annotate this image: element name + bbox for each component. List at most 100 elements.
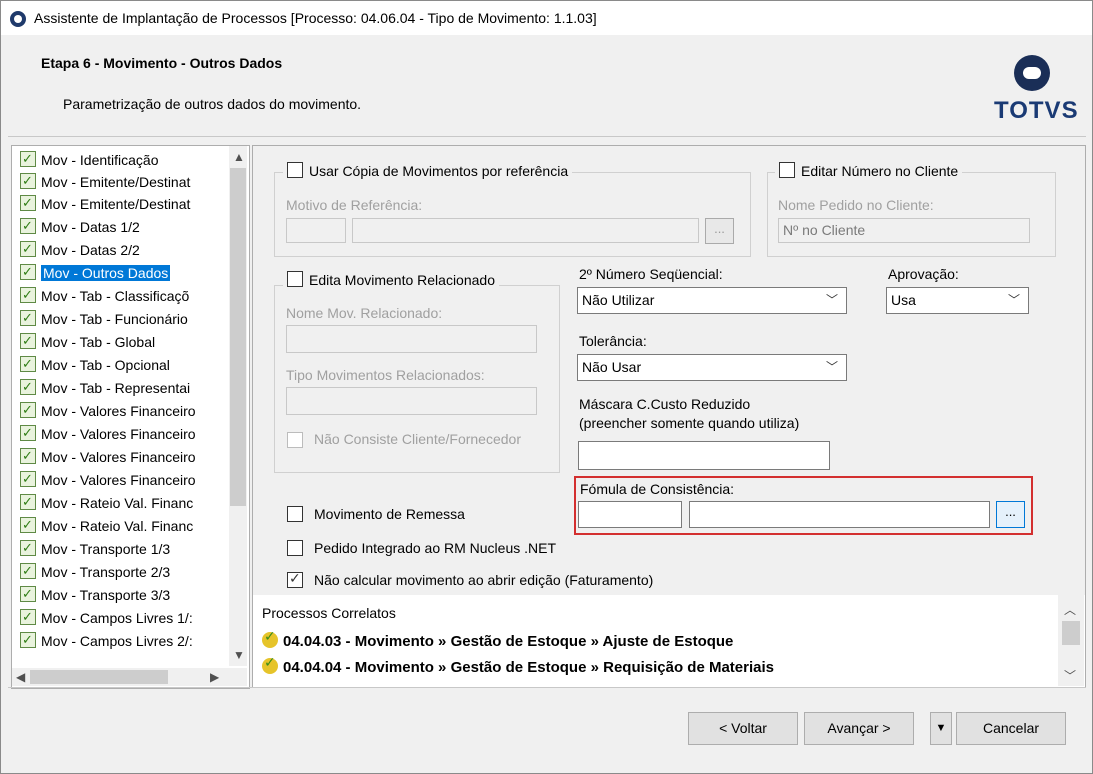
correlated-item[interactable]: 04.04.04 - Movimento » Gestão de Estoque…: [262, 654, 774, 676]
seq-number-select[interactable]: Não Utilizar ﹀: [577, 287, 847, 314]
not-consist-checkbox[interactable]: [287, 432, 303, 448]
check-icon: [20, 491, 36, 513]
step-item-selected[interactable]: Mov - Outros Dados: [20, 261, 171, 284]
seq-number-value: Não Utilizar: [582, 292, 655, 308]
scroll-right-icon[interactable]: ▶: [210, 670, 219, 684]
mask-hint-label: (preencher somente quando utiliza): [579, 415, 800, 431]
scroll-down-icon[interactable]: ﹀: [1064, 667, 1076, 684]
scroll-up-icon[interactable]: ︿: [1064, 601, 1076, 618]
check-icon: [20, 376, 36, 398]
step-item[interactable]: Mov - Transporte 1/3: [20, 537, 170, 560]
step-title: Etapa 6 - Movimento - Outros Dados: [41, 55, 283, 71]
step-item[interactable]: Mov - Rateio Val. Financ: [20, 514, 193, 537]
mask-label: Máscara C.Custo Reduzido: [579, 396, 751, 412]
check-icon: [20, 422, 36, 444]
check-icon: [20, 606, 36, 628]
check-icon: [20, 560, 36, 582]
tolerance-select[interactable]: Não Usar ﹀: [577, 354, 847, 381]
steps-vertical-scroll-thumb[interactable]: [230, 168, 246, 506]
options-menu-button[interactable]: ▼: [930, 712, 952, 745]
step-item[interactable]: Mov - Tab - Classificaçõ: [20, 284, 189, 307]
no-calc-label: Não calcular movimento ao abrir edição (…: [314, 572, 654, 588]
ref-motive-label: Motivo de Referência:: [286, 197, 423, 213]
step-item[interactable]: Mov - Valores Financeiro: [20, 399, 196, 422]
copy-ref-title: Usar Cópia de Movimentos por referência: [283, 162, 573, 179]
step-item[interactable]: Mov - Transporte 3/3: [20, 583, 170, 606]
step-item[interactable]: Mov - Emitente/Destinat: [20, 170, 190, 193]
step-item[interactable]: Mov - Tab - Funcionário: [20, 307, 188, 330]
step-item[interactable]: Mov - Tab - Global: [20, 330, 155, 353]
correlated-scroll-thumb[interactable]: [1062, 621, 1080, 645]
step-item[interactable]: Mov - Tab - Opcional: [20, 353, 170, 376]
no-calc-checkbox[interactable]: [287, 570, 303, 588]
copy-ref-checkbox[interactable]: [287, 162, 303, 178]
client-order-name-field[interactable]: Nº no Cliente: [778, 218, 1030, 243]
step-item[interactable]: Mov - Valores Financeiro: [20, 422, 196, 445]
scroll-up-icon[interactable]: ▲: [233, 150, 245, 164]
approval-select[interactable]: Usa ﹀: [886, 287, 1029, 314]
step-item[interactable]: Mov - Tab - Representai: [20, 376, 190, 399]
totvs-logo: TOTVS: [994, 55, 1078, 135]
correlated-item[interactable]: 04.04.03 - Movimento » Gestão de Estoque…: [262, 628, 733, 650]
process-icon: [262, 654, 278, 674]
ref-motive-lookup-button[interactable]: ...: [705, 218, 734, 244]
ref-motive-code-field[interactable]: [286, 218, 346, 243]
related-movement-title: Edita Movimento Relacionado: [283, 271, 499, 288]
footer-bar: [8, 687, 1086, 766]
step-item[interactable]: Mov - Datas 1/2: [20, 215, 140, 238]
edit-client-number-checkbox[interactable]: [779, 162, 795, 178]
steps-horizontal-scroll-thumb[interactable]: [30, 670, 168, 684]
related-name-label: Nome Mov. Relacionado:: [286, 305, 443, 321]
step-item[interactable]: Mov - Valores Financeiro: [20, 468, 196, 491]
step-item[interactable]: Mov - Valores Financeiro: [20, 445, 196, 468]
check-icon: [20, 170, 36, 192]
mask-field[interactable]: [578, 441, 830, 470]
nucleus-label: Pedido Integrado ao RM Nucleus .NET: [314, 540, 557, 556]
step-item[interactable]: Mov - Campos Livres 2/:: [20, 629, 193, 652]
cancel-button[interactable]: Cancelar: [956, 712, 1066, 745]
totvs-logo-icon: [1014, 55, 1050, 91]
nucleus-checkbox[interactable]: [287, 540, 303, 556]
scroll-down-icon[interactable]: ▼: [233, 648, 245, 662]
remessa-checkbox[interactable]: [287, 506, 303, 522]
correlated-processes-panel: Processos Correlatos 04.04.03 - Moviment…: [252, 595, 1086, 688]
back-button[interactable]: < Voltar: [688, 712, 798, 745]
next-button[interactable]: Avançar >: [804, 712, 914, 745]
step-item[interactable]: Mov - Transporte 2/3: [20, 560, 170, 583]
check-icon: [20, 445, 36, 467]
not-consist-label: Não Consiste Cliente/Fornecedor: [314, 431, 521, 447]
copy-ref-label: Usar Cópia de Movimentos por referência: [309, 163, 569, 179]
correlated-title: Processos Correlatos: [262, 605, 396, 621]
formula-label: Fómula de Consistência:: [580, 481, 735, 497]
related-name-field[interactable]: [286, 325, 537, 353]
step-item[interactable]: Mov - Campos Livres 1/:: [20, 606, 193, 629]
formula-lookup-button[interactable]: ...: [996, 501, 1025, 528]
client-order-name-label: Nome Pedido no Cliente:: [778, 197, 934, 213]
check-icon: [20, 353, 36, 375]
check-icon: [20, 192, 36, 214]
steps-list[interactable]: Mov - Identificação Mov - Emitente/Desti…: [11, 145, 250, 689]
check-icon: [20, 215, 36, 237]
step-item[interactable]: Mov - Rateio Val. Financ: [20, 491, 193, 514]
ref-motive-desc-field[interactable]: [352, 218, 699, 243]
client-number-title: Editar Número no Cliente: [775, 162, 963, 179]
step-item[interactable]: Mov - Emitente/Destinat: [20, 192, 190, 215]
wizard-window: Assistente de Implantação de Processos […: [0, 0, 1093, 774]
check-icon: [20, 468, 36, 490]
step-description: Parametrização de outros dados do movime…: [63, 96, 362, 112]
check-icon: [20, 330, 36, 352]
step-item[interactable]: Mov - Identificação: [20, 148, 159, 171]
edit-related-checkbox[interactable]: [287, 271, 303, 287]
scroll-left-icon[interactable]: ◀: [16, 670, 25, 684]
copy-ref-group: [274, 172, 751, 257]
related-types-field[interactable]: [286, 387, 537, 415]
chevron-down-icon: ﹀: [1007, 293, 1020, 307]
client-number-group: [767, 172, 1056, 257]
formula-desc-field[interactable]: [689, 501, 990, 528]
step-item[interactable]: Mov - Datas 2/2: [20, 238, 140, 261]
app-icon: [10, 11, 26, 27]
check-icon: [20, 261, 36, 283]
formula-code-field[interactable]: [578, 501, 682, 528]
chevron-down-icon: ﹀: [825, 360, 838, 374]
check-icon: [20, 629, 36, 651]
